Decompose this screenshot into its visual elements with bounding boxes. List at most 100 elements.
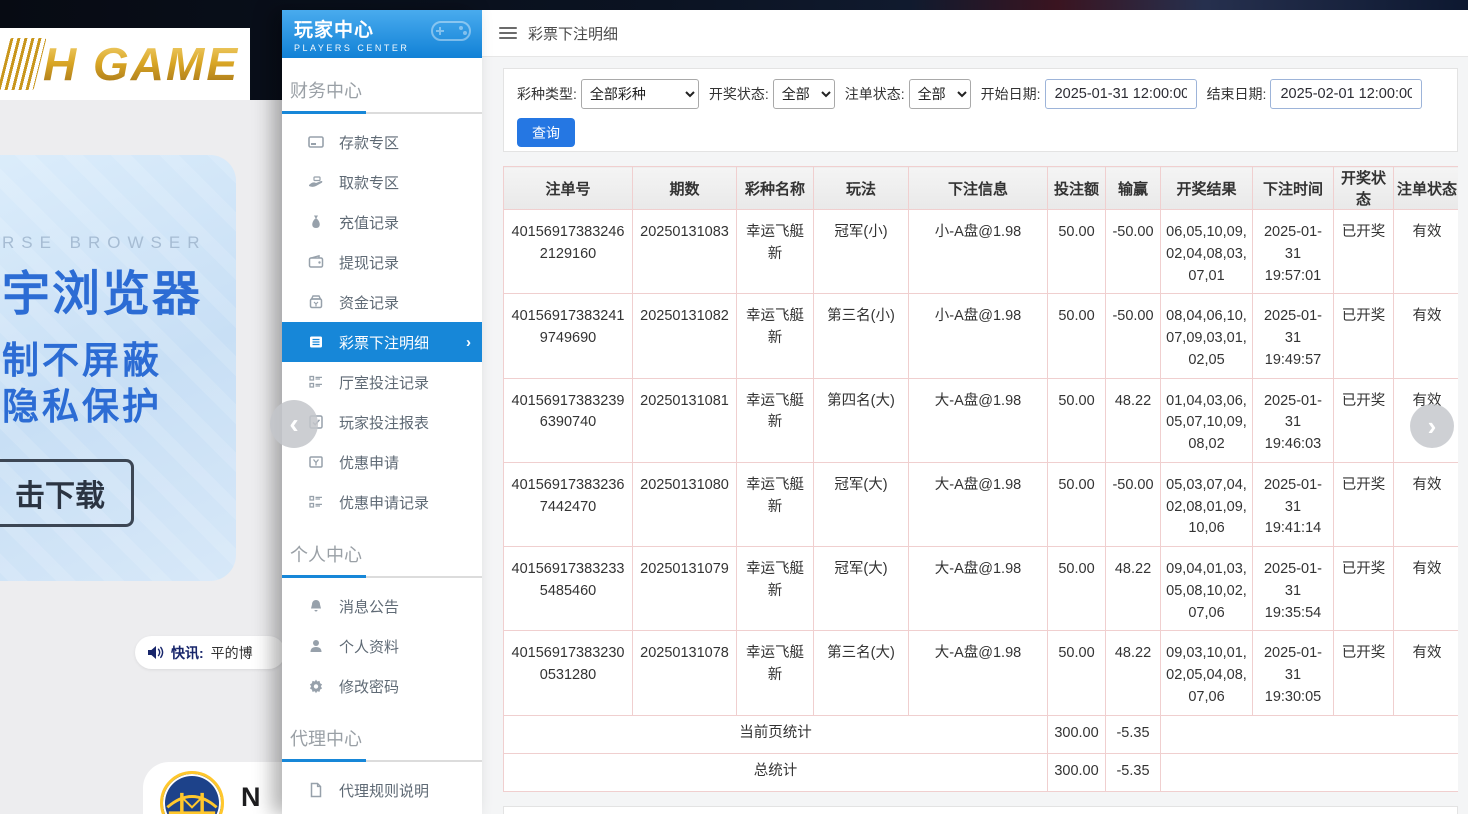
table-row: 40156917383239639074020250131081幸运飞艇新第四名… (504, 378, 1459, 462)
table-cell: 2025-01-31 19:41:14 (1253, 462, 1334, 546)
sidebar-item[interactable]: 优惠申请记录 (282, 482, 482, 522)
logo-bars-icon (0, 38, 46, 90)
withdraw-icon (308, 174, 324, 190)
table-cell: 06,05,10,09,02,04,08,03,07,01 (1161, 210, 1253, 294)
table-cell: 冠军(大) (814, 462, 909, 546)
sidebar-item[interactable]: 代理规则说明 (282, 770, 482, 810)
table-cell: 小-A盘@1.98 (909, 294, 1048, 378)
table-cell: 20250131078 (633, 631, 737, 715)
table-cell: 20250131081 (633, 378, 737, 462)
table-cell: 已开奖 (1334, 462, 1394, 546)
query-button[interactable]: 查询 (517, 118, 575, 147)
table-row: 40156917383246212916020250131083幸运飞艇新冠军(… (504, 210, 1459, 294)
site-logo-bar: H GAME (0, 28, 250, 100)
page-title: 彩票下注明细 (528, 23, 618, 44)
table-cell: 大-A盘@1.98 (909, 378, 1048, 462)
bet-table: 注单号期数彩种名称玩法下注信息投注额输赢开奖结果下注时间开奖状态注单状态 401… (503, 166, 1458, 792)
sidebar-item-label: 彩票下注明细 (339, 332, 429, 353)
table-cell: 大-A盘@1.98 (909, 547, 1048, 631)
table-cell: 401569173832462129160 (504, 210, 633, 294)
table-row: 40156917383241974969020250131082幸运飞艇新第三名… (504, 294, 1459, 378)
table-cell: 01,04,03,06,05,07,10,09,08,02 (1161, 378, 1253, 462)
table-cell: 小-A盘@1.98 (909, 210, 1048, 294)
drawer-collapse-button[interactable]: ‹ (270, 400, 318, 448)
bet-table-container: 注单号期数彩种名称玩法下注信息投注额输赢开奖结果下注时间开奖状态注单状态 401… (503, 166, 1458, 792)
table-cell: 401569173832300531280 (504, 631, 633, 715)
table-cell: 20250131080 (633, 462, 737, 546)
ticker-text: 平的博 (211, 643, 253, 663)
table-cell: 已开奖 (1334, 631, 1394, 715)
table-cell: 401569173832335485460 (504, 547, 633, 631)
sidebar-item-label: 提现记录 (339, 252, 399, 273)
table-cell: 48.22 (1106, 547, 1161, 631)
table-cell: 幸运飞艇新 (737, 378, 814, 462)
table-cell: 09,04,01,03,05,08,10,02,07,06 (1161, 547, 1253, 631)
pagination-bar: 每页显示20条 共6条 首页 上一页 [1] 下一页 第 页 跳转 (503, 806, 1458, 814)
table-cell: 20250131082 (633, 294, 737, 378)
start-date-input[interactable] (1045, 79, 1197, 109)
sidebar-item[interactable]: 厅室投注记录 (282, 362, 482, 402)
sidebar-item[interactable]: 优惠申请 (282, 442, 482, 482)
table-cell: 05,03,07,04,02,08,01,09,10,06 (1161, 462, 1253, 546)
sidebar-item[interactable]: 修改密码 (282, 666, 482, 706)
table-cell: 大-A盘@1.98 (909, 631, 1048, 715)
sidebar-item[interactable]: 彩票下注明细› (282, 322, 482, 362)
bottom-card-letter: N (241, 782, 261, 813)
sidebar-item-label: 优惠申请 (339, 452, 399, 473)
column-header: 投注额 (1048, 167, 1106, 210)
promo-apply-records-icon (308, 494, 324, 510)
table-cell: 幸运飞艇新 (737, 462, 814, 546)
end-date-input[interactable] (1270, 79, 1422, 109)
news-ticker[interactable]: 快讯: 平的博 (135, 636, 285, 669)
table-cell: 有效 (1394, 462, 1459, 546)
sidebar-header: 玩家中心 PLAYERS CENTER (282, 10, 482, 58)
sidebar-item-label: 取款专区 (339, 172, 399, 193)
sidebar-item[interactable]: 资金记录 (282, 282, 482, 322)
order-status-label: 注单状态: (845, 84, 905, 104)
sidebar-item[interactable]: 充值记录 (282, 202, 482, 242)
lottery-type-select[interactable]: 全部彩种 (581, 79, 699, 109)
summary-winloss-total: -5.35 (1106, 753, 1161, 791)
table-row: 40156917383230053128020250131078幸运飞艇新第三名… (504, 631, 1459, 715)
funds-records-icon (308, 294, 324, 310)
column-header: 开奖结果 (1161, 167, 1253, 210)
table-cell: 2025-01-31 19:49:57 (1253, 294, 1334, 378)
column-header: 期数 (633, 167, 737, 210)
profile-user-icon (308, 638, 324, 654)
table-cell: 已开奖 (1334, 547, 1394, 631)
column-header: 玩法 (814, 167, 909, 210)
column-header: 下注信息 (909, 167, 1048, 210)
table-cell: 幸运飞艇新 (737, 294, 814, 378)
sidebar-item[interactable]: 存款专区 (282, 122, 482, 162)
sidebar-item[interactable]: 个人资料 (282, 626, 482, 666)
draw-status-select[interactable]: 全部 (773, 79, 835, 109)
end-date-label: 结束日期: (1207, 84, 1267, 104)
sidebar-item-label: 消息公告 (339, 596, 399, 617)
summary-bet-total: 300.00 (1048, 753, 1106, 791)
chevron-left-icon: ‹ (289, 408, 298, 440)
sidebar-item[interactable]: 消息公告 (282, 586, 482, 626)
sidebar-item[interactable]: 取款专区 (282, 162, 482, 202)
notice-bell-icon (308, 598, 324, 614)
sidebar-item-label: 优惠申请记录 (339, 492, 429, 513)
table-row: 40156917383236744247020250131080幸运飞艇新冠军(… (504, 462, 1459, 546)
sidebar-item[interactable]: 代理团队统计 (282, 810, 482, 814)
filter-panel: 彩种类型: 全部彩种 开奖状态: 全部 注单状态: 全部 开始日期: 结束日期:… (503, 68, 1458, 152)
table-cell: -50.00 (1106, 462, 1161, 546)
main-topbar: 彩票下注明细 (482, 10, 1468, 57)
column-header: 输赢 (1106, 167, 1161, 210)
browser-ad-banner[interactable]: RSE BROWSER 宇浏览器 制不屏蔽 隐私保护 击下载 (0, 155, 236, 581)
table-scroll-right-button[interactable]: › (1410, 404, 1454, 448)
table-cell: 已开奖 (1334, 210, 1394, 294)
hamburger-menu-icon[interactable] (499, 27, 517, 39)
table-header-row: 注单号期数彩种名称玩法下注信息投注额输赢开奖结果下注时间开奖状态注单状态 (504, 167, 1459, 210)
table-cell: 50.00 (1048, 378, 1106, 462)
sidebar-section-title: 财务中心 (282, 58, 482, 112)
ad-download-button[interactable]: 击下载 (0, 459, 134, 527)
password-gear-icon (308, 678, 324, 694)
order-status-select[interactable]: 全部 (909, 79, 971, 109)
sidebar-item[interactable]: 提现记录 (282, 242, 482, 282)
table-cell: 2025-01-31 19:35:54 (1253, 547, 1334, 631)
site-logo: H GAME (4, 37, 239, 91)
sidebar-section-title: 个人中心 (282, 522, 482, 576)
